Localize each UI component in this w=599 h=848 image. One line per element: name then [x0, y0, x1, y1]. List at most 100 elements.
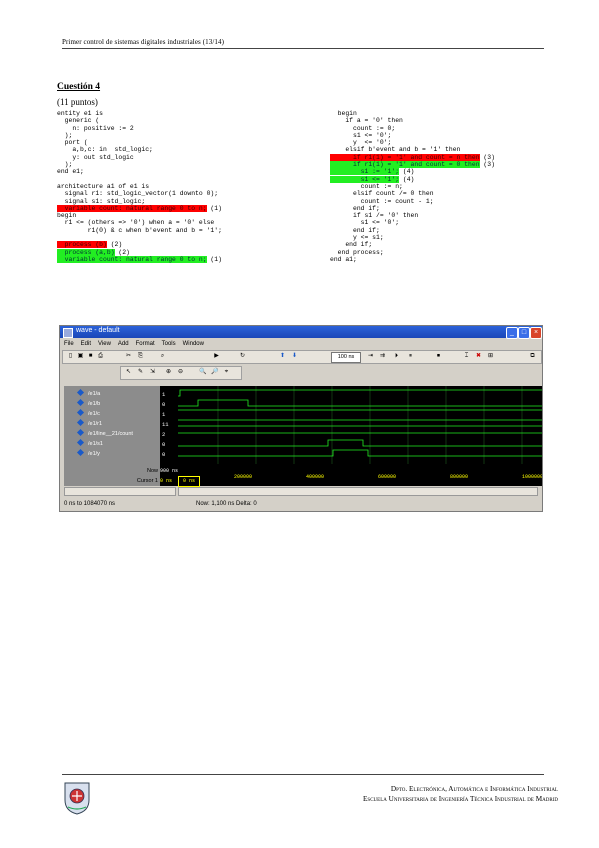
code-text: count := n;: [330, 182, 403, 190]
code-text: if a = '0' then: [330, 117, 403, 125]
footer-department: Dpto. Electrónica, Automática e Informát…: [390, 785, 558, 793]
code-line: signal s1: std_logic;: [57, 198, 222, 205]
step-icon[interactable]: ⇥: [367, 353, 374, 360]
run-icon[interactable]: ▶: [213, 353, 220, 360]
signal-name[interactable]: /e1/c: [70, 410, 100, 418]
code-text: end if;: [330, 226, 380, 234]
code-text: s1 <= '0';: [330, 131, 392, 139]
code-text: count := 0;: [330, 124, 396, 132]
break-icon[interactable]: ⏸: [407, 353, 414, 360]
highlighted-code: variable count: natural range 0 to n;: [57, 204, 207, 212]
insert-icon[interactable]: ⇲: [149, 369, 156, 376]
code-line: process (a,b) (2): [57, 248, 222, 256]
insert-cursor-icon[interactable]: ⌶: [463, 353, 470, 360]
code-line: port (: [57, 139, 222, 146]
code-line: variable count: natural range 0 to n; (1…: [57, 255, 222, 263]
menu-file[interactable]: File: [64, 341, 74, 347]
print-icon[interactable]: ⎙: [97, 353, 104, 360]
time-axis-label: 400000: [306, 474, 324, 480]
menu-tools[interactable]: Tools: [162, 341, 176, 347]
signal-value: 1: [162, 411, 166, 418]
zoom-full-icon[interactable]: ⌖: [223, 369, 230, 376]
signal-trace: [178, 439, 542, 447]
correction-note: (1): [206, 255, 222, 263]
down-arrow-icon[interactable]: ⬇: [291, 353, 298, 360]
menu-format[interactable]: Format: [136, 341, 155, 347]
code-line: s1 := '1'; (4): [330, 168, 495, 176]
expand-icon[interactable]: ⊕: [165, 369, 172, 376]
code-text: r1(0) & c when b'event and b = '1';: [57, 226, 222, 234]
highlighted-code: if r1(1) = '1' and count = n then: [330, 153, 480, 161]
signal-name[interactable]: /e1/y: [70, 450, 100, 458]
code-text: end process;: [330, 248, 384, 256]
code-line: );: [57, 132, 222, 139]
dock-icon[interactable]: ⧉: [529, 353, 536, 360]
up-arrow-icon[interactable]: ⬆: [279, 353, 286, 360]
signal-name[interactable]: /e1/a: [70, 390, 100, 398]
menu-window[interactable]: Window: [183, 341, 204, 347]
open-icon[interactable]: ▣: [77, 353, 84, 360]
continue-icon[interactable]: ⏵: [393, 353, 400, 360]
signal-name[interactable]: /e1/line__21/count: [70, 430, 133, 438]
run-length-field[interactable]: 100 ns: [331, 352, 361, 363]
code-text: y <= '0';: [330, 139, 392, 147]
status-bar: 0 ns to 1084070 ns Now: 1,100 ns Delta: …: [60, 498, 542, 510]
new-icon[interactable]: ▯: [67, 353, 74, 360]
find-icon[interactable]: ⌕: [159, 353, 166, 360]
code-line: s1 <= '1'; (4): [330, 175, 495, 183]
cut-icon[interactable]: ✂: [125, 353, 132, 360]
school-logo-icon: [64, 782, 90, 815]
footer-school: Escuela Universitaria de Ingeniería Técn…: [363, 795, 558, 803]
menu-bar: File Edit View Add Format Tools Window: [60, 339, 542, 349]
collapse-icon[interactable]: ⊖: [177, 369, 184, 376]
wave-scrollbar[interactable]: [178, 487, 538, 496]
copy-icon[interactable]: ⎘: [137, 353, 144, 360]
delete-cursor-icon[interactable]: ✖: [475, 353, 482, 360]
signal-trace: [178, 389, 542, 397]
menu-add[interactable]: Add: [118, 341, 129, 347]
correction-note: (4): [399, 168, 415, 176]
names-scrollbar[interactable]: [64, 487, 176, 496]
maximize-button[interactable]: □: [518, 327, 530, 339]
code-line: count := 0;: [330, 125, 495, 132]
restart-icon[interactable]: ↻: [239, 353, 246, 360]
zoom-in-icon[interactable]: 🔍: [199, 369, 206, 376]
signal-name[interactable]: /e1/b: [70, 400, 100, 408]
time-axis-label: 200000: [234, 474, 252, 480]
code-line: end if;: [330, 241, 495, 248]
code-line: if s1 /= '0' then: [330, 212, 495, 219]
save-icon[interactable]: ■: [87, 353, 94, 360]
code-text: port (: [57, 139, 88, 147]
select-icon[interactable]: ↖: [125, 369, 132, 376]
correction-note: (4): [399, 175, 415, 183]
code-text: elsif count /= 0 then: [330, 190, 434, 198]
menu-view[interactable]: View: [98, 341, 111, 347]
signal-trace: [178, 449, 542, 457]
close-button[interactable]: ×: [530, 327, 542, 339]
waveform-pane[interactable]: 200000 400000 600000 800000 1000000: [178, 386, 542, 486]
stop-icon[interactable]: ⏹: [435, 353, 442, 360]
code-line: end if;: [330, 227, 495, 234]
code-text: signal r1: std_logic_vector(1 downto 0);: [57, 190, 219, 198]
lock-icon[interactable]: ⊞: [487, 353, 494, 360]
minimize-button[interactable]: _: [506, 327, 518, 339]
step-over-icon[interactable]: ⇉: [379, 353, 386, 360]
code-line: architecture a1 of e1 is: [57, 183, 222, 190]
code-text: );: [57, 161, 73, 169]
code-line: elsif count /= 0 then: [330, 190, 495, 197]
code-line: count := n;: [330, 183, 495, 190]
code-line: r1(0) & c when b'event and b = '1';: [57, 227, 222, 234]
zoom-out-icon[interactable]: 🔎: [211, 369, 218, 376]
code-text: begin: [57, 212, 77, 220]
menu-edit[interactable]: Edit: [81, 341, 91, 347]
time-axis-label: 600000: [378, 474, 396, 480]
code-text: signal s1: std_logic;: [57, 197, 146, 205]
cursor-marker[interactable]: 0 ns: [178, 476, 200, 487]
code-text: end a1;: [330, 255, 357, 263]
signal-name[interactable]: /e1/r1: [70, 420, 102, 428]
time-axis-label: 1000000: [522, 474, 542, 480]
edit-icon[interactable]: ✎: [137, 369, 144, 376]
signal-name[interactable]: /e1/s1: [70, 440, 103, 448]
correction-note: (1): [206, 204, 222, 212]
